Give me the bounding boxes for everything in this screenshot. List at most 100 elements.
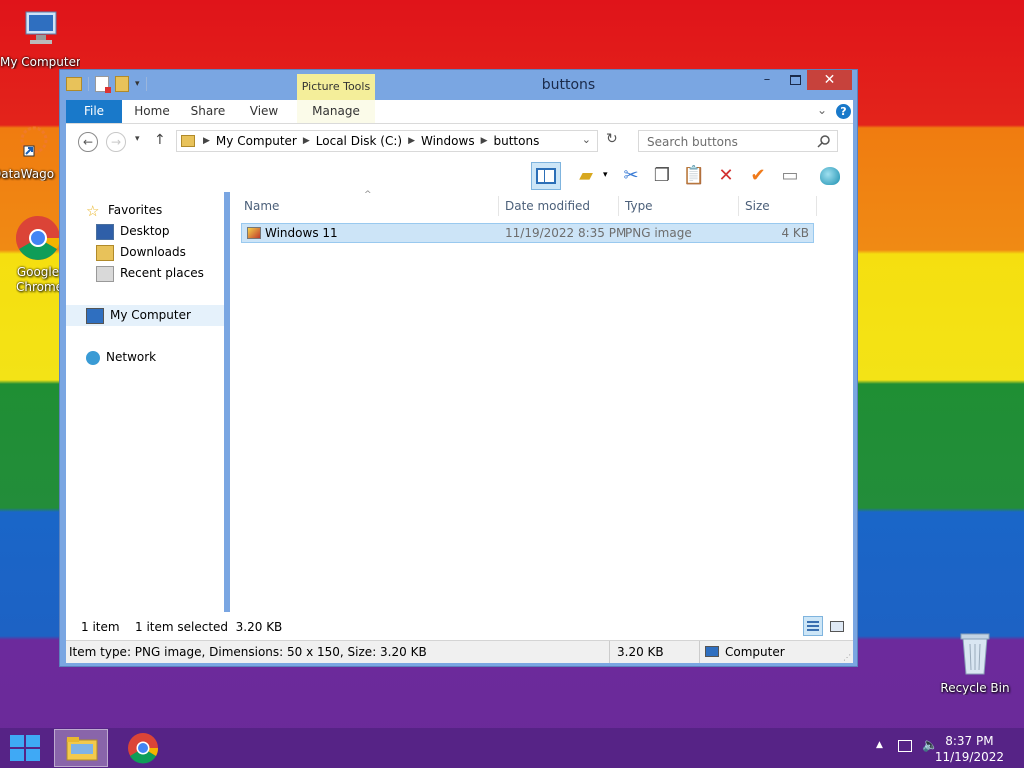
arrow-right-icon: → xyxy=(110,135,122,149)
details-view-button[interactable] xyxy=(803,616,823,636)
tab-manage[interactable]: Manage xyxy=(297,100,375,123)
column-divider[interactable] xyxy=(618,196,619,216)
arrow-left-icon: ← xyxy=(82,135,94,149)
nav-downloads[interactable]: Downloads xyxy=(66,242,254,263)
breadcrumb-windows[interactable]: Windows xyxy=(421,134,475,149)
cut-button[interactable]: ✂ xyxy=(619,164,643,188)
breadcrumb-buttons[interactable]: buttons xyxy=(494,134,540,149)
nav-label: Network xyxy=(106,350,157,364)
delete-x-icon: ✕ xyxy=(718,165,734,186)
nav-recent-places[interactable]: Recent places xyxy=(66,263,254,284)
tab-view[interactable]: View xyxy=(240,100,288,123)
computer-icon xyxy=(705,646,719,657)
refresh-icon[interactable]: ↻ xyxy=(606,131,618,147)
breadcrumb-local-disk[interactable]: Local Disk (C:) xyxy=(316,134,402,149)
windows-logo-icon xyxy=(10,735,40,761)
computer-icon xyxy=(25,11,57,44)
search-input[interactable]: Search buttons xyxy=(638,130,838,152)
nav-favorites[interactable]: ☆ Favorites xyxy=(66,200,244,221)
desktop-icon xyxy=(96,223,114,240)
desktop-icon-my-computer[interactable]: My Computer xyxy=(0,8,80,69)
delete-button[interactable]: ✕ xyxy=(714,164,738,188)
taskbar: ▲ 🔈 8:37 PM 11/19/2022 xyxy=(0,728,1024,768)
window-title: buttons xyxy=(541,77,596,93)
column-header-name[interactable]: Name xyxy=(244,196,279,216)
globe-icon xyxy=(820,167,840,185)
breadcrumb-separator-icon: ▶ xyxy=(480,136,488,146)
network-status-icon[interactable] xyxy=(898,740,912,752)
datawago-icon xyxy=(20,126,48,157)
file-type: PNG image xyxy=(625,226,692,240)
up-arrow-icon[interactable]: ↑ xyxy=(154,132,166,148)
folder-options-button[interactable]: ▰ xyxy=(574,164,598,188)
command-toolbar: ▰ ▾ ✂ ❐ 📋 ✕ ✔ ▭ xyxy=(66,160,853,192)
tab-share[interactable]: Share xyxy=(184,100,232,123)
status-bar: 1 item 1 item selected 3.20 KB xyxy=(66,612,853,640)
breadcrumb-separator-icon: ▶ xyxy=(203,136,210,146)
show-hidden-icons-icon[interactable]: ▲ xyxy=(876,740,883,750)
minimize-button[interactable]: – xyxy=(758,70,776,90)
clock[interactable]: 8:37 PM 11/19/2022 xyxy=(935,733,1004,765)
clock-date: 11/19/2022 xyxy=(934,750,1004,764)
item-details: Item type: PNG image, Dimensions: 50 x 1… xyxy=(69,645,427,659)
nav-my-computer[interactable]: My Computer xyxy=(66,305,224,326)
nav-network[interactable]: Network xyxy=(66,347,244,368)
tab-home[interactable]: Home xyxy=(128,100,176,123)
file-explorer-icon xyxy=(66,737,98,761)
rename-button[interactable]: ▭ xyxy=(778,164,802,188)
forward-button[interactable]: → xyxy=(106,132,126,152)
breadcrumb-my-computer[interactable]: My Computer xyxy=(216,134,297,149)
sort-ascending-icon: ^ xyxy=(364,190,372,200)
close-icon: ✕ xyxy=(823,72,836,88)
desktop-icon-label: Recycle Bin xyxy=(940,681,1010,695)
column-divider[interactable] xyxy=(816,196,817,216)
back-button[interactable]: ← xyxy=(78,132,98,152)
column-header-type[interactable]: Type xyxy=(625,196,653,216)
nav-label: Desktop xyxy=(120,224,170,238)
start-button[interactable] xyxy=(8,733,42,763)
network-globe-button[interactable] xyxy=(818,164,842,188)
preview-pane-button[interactable] xyxy=(531,162,561,190)
divider xyxy=(609,641,610,663)
copy-button[interactable]: ❐ xyxy=(650,164,674,188)
column-header-size[interactable]: Size xyxy=(745,196,770,216)
star-icon: ☆ xyxy=(86,201,100,220)
scissors-icon: ✂ xyxy=(623,165,639,186)
taskbar-explorer-button[interactable] xyxy=(54,729,108,767)
help-icon[interactable]: ? xyxy=(836,104,851,119)
tab-file[interactable]: File xyxy=(66,100,122,123)
selection-info: 1 item selected 3.20 KB xyxy=(135,620,283,634)
column-divider[interactable] xyxy=(498,196,499,216)
maximize-button[interactable] xyxy=(786,70,804,90)
chevron-down-icon[interactable]: ⌄ xyxy=(817,103,827,117)
search-placeholder: Search buttons xyxy=(647,135,738,149)
resize-grip-icon[interactable]: ⋰ xyxy=(843,653,851,662)
search-icon xyxy=(817,135,830,148)
navigation-bar: ← → ▾ ↑ ▶ My Computer ▶ Local Disk (C:) … xyxy=(66,124,853,160)
chrome-icon xyxy=(16,216,60,260)
table-row[interactable]: Windows 11 11/19/2022 8:35 PM PNG image … xyxy=(241,223,814,243)
title-bar[interactable]: ▾ Picture Tools buttons – ✕ xyxy=(60,70,857,100)
apply-button[interactable]: ✔ xyxy=(746,164,770,188)
chevron-down-icon[interactable]: ▾ xyxy=(603,170,608,180)
nav-label: Downloads xyxy=(120,245,186,259)
folder-icon xyxy=(181,135,195,147)
address-bar[interactable]: ▶ My Computer ▶ Local Disk (C:) ▶ Window… xyxy=(176,130,598,152)
large-icons-view-button[interactable] xyxy=(827,616,847,636)
recent-locations-chevron-icon[interactable]: ▾ xyxy=(135,134,140,144)
item-location: Computer xyxy=(725,645,785,659)
network-icon xyxy=(86,350,100,365)
close-button[interactable]: ✕ xyxy=(807,70,852,90)
column-divider[interactable] xyxy=(738,196,739,216)
taskbar-chrome-button[interactable] xyxy=(120,730,166,766)
clock-time: 8:37 PM xyxy=(945,734,994,748)
nav-desktop[interactable]: Desktop xyxy=(66,221,254,242)
column-header-date[interactable]: Date modified xyxy=(505,196,590,216)
nav-label: Recent places xyxy=(120,266,204,280)
ribbon-tabs: File Home Share View Manage ⌄ ? xyxy=(66,100,853,124)
desktop-icon-recycle-bin[interactable]: Recycle Bin xyxy=(935,630,1015,695)
paste-button[interactable]: 📋 xyxy=(682,164,706,188)
chevron-down-icon[interactable]: ⌄ xyxy=(582,133,591,146)
recycle-bin-icon xyxy=(960,633,990,675)
item-size: 3.20 KB xyxy=(617,645,664,659)
